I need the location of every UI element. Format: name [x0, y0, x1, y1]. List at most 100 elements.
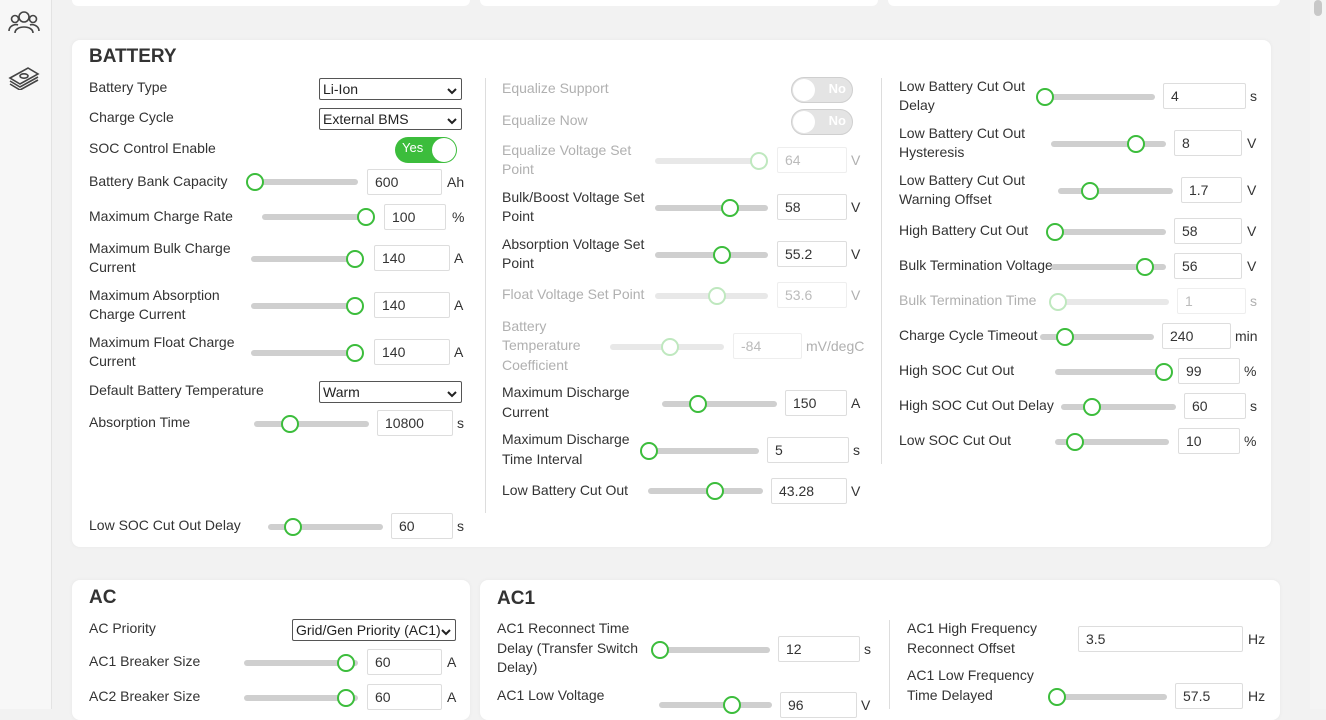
slider-thumb[interactable] — [1046, 223, 1064, 241]
equalize-now-toggle[interactable]: No — [791, 109, 853, 135]
slider-thumb[interactable] — [713, 246, 731, 264]
default-temp-select[interactable]: Warm — [319, 381, 462, 403]
ac1-breaker-slider[interactable] — [244, 653, 358, 673]
bulk-voltage-input[interactable] — [777, 194, 847, 220]
max-float-current-input[interactable] — [374, 339, 450, 365]
slider-thumb[interactable] — [281, 415, 300, 433]
slider-thumb[interactable] — [1135, 258, 1154, 276]
low-soc-slider[interactable] — [1055, 432, 1169, 452]
slider-thumb[interactable] — [346, 250, 364, 268]
temp-coeff-input[interactable] — [733, 333, 802, 359]
high-batt-cutout-input[interactable] — [1174, 218, 1242, 244]
low-soc-input[interactable] — [1178, 428, 1240, 454]
low-voltage-slider[interactable] — [659, 695, 772, 715]
slider-thumb[interactable] — [1056, 328, 1075, 346]
float-voltage-slider[interactable] — [655, 286, 768, 306]
equalize-support-toggle[interactable]: No — [791, 77, 853, 103]
users-icon[interactable] — [7, 7, 41, 37]
slider-thumb[interactable] — [346, 344, 364, 362]
slider-thumb[interactable] — [640, 442, 658, 460]
ac1-breaker-input[interactable] — [367, 649, 442, 675]
slider-thumb[interactable] — [706, 482, 725, 500]
reconnect-time-slider[interactable] — [651, 640, 770, 660]
slider-thumb[interactable] — [336, 654, 355, 672]
soc-control-toggle[interactable]: Yes — [395, 137, 457, 163]
max-absorption-current-slider[interactable] — [251, 296, 364, 316]
absorption-voltage-slider[interactable] — [655, 245, 768, 265]
slider-thumb[interactable] — [1049, 293, 1067, 311]
high-soc-input[interactable] — [1178, 358, 1240, 384]
max-absorption-current-input[interactable] — [374, 292, 450, 318]
charge-timeout-input[interactable] — [1162, 323, 1231, 349]
high-soc-delay-slider[interactable] — [1061, 397, 1176, 417]
absorption-voltage-input[interactable] — [777, 241, 847, 267]
low-soc-delay-input[interactable] — [391, 513, 453, 539]
low-soc-delay-slider[interactable] — [268, 517, 383, 537]
bank-capacity-input[interactable] — [367, 169, 442, 195]
low-voltage-input[interactable] — [780, 692, 857, 718]
temp-coeff-slider[interactable] — [610, 337, 724, 357]
slider-thumb[interactable] — [721, 199, 740, 217]
absorption-time-input[interactable] — [377, 410, 453, 436]
low-batt-hysteresis-input[interactable] — [1174, 130, 1242, 156]
scrollbar[interactable] — [1310, 0, 1326, 709]
slider-thumb[interactable] — [1082, 398, 1101, 416]
low-batt-warning-input[interactable] — [1181, 177, 1242, 203]
low-batt-delay-slider[interactable] — [1036, 87, 1155, 107]
slider-thumb[interactable] — [651, 641, 669, 659]
slider-thumb[interactable] — [707, 287, 726, 305]
equalize-voltage-input[interactable] — [777, 147, 847, 173]
max-charge-rate-slider[interactable] — [262, 207, 375, 227]
money-icon[interactable] — [7, 62, 41, 92]
max-bulk-current-slider[interactable] — [251, 249, 364, 269]
max-discharge-time-input[interactable] — [767, 437, 849, 463]
max-discharge-time-slider[interactable] — [640, 441, 759, 461]
max-charge-rate-input[interactable] — [384, 204, 446, 230]
high-freq-offset-input[interactable] — [1078, 626, 1243, 652]
low-batt-warning-slider[interactable] — [1058, 181, 1173, 201]
max-float-current-slider[interactable] — [251, 343, 364, 363]
bulk-voltage-slider[interactable] — [655, 198, 768, 218]
slider-thumb[interactable] — [1127, 135, 1146, 153]
absorption-time-slider[interactable] — [254, 414, 369, 434]
bulk-term-time-slider[interactable] — [1049, 292, 1169, 312]
slider-thumb[interactable] — [1080, 182, 1099, 200]
scrollbar-thumb[interactable] — [1314, 0, 1322, 16]
ac2-breaker-input[interactable] — [367, 684, 442, 710]
slider-thumb[interactable] — [336, 689, 355, 707]
high-soc-delay-input[interactable] — [1184, 393, 1246, 419]
slider-thumb[interactable] — [284, 518, 303, 536]
slider-thumb[interactable] — [1036, 88, 1054, 106]
equalize-voltage-slider[interactable] — [655, 151, 768, 171]
slider-thumb[interactable] — [1065, 433, 1084, 451]
charge-timeout-slider[interactable] — [1040, 327, 1154, 347]
low-freq-delay-input[interactable] — [1175, 683, 1243, 709]
charge-cycle-select[interactable]: External BMS — [319, 108, 462, 130]
reconnect-time-input[interactable] — [778, 636, 860, 662]
bulk-term-time-input[interactable] — [1177, 288, 1246, 314]
slider-thumb[interactable] — [1154, 363, 1173, 381]
slider-thumb[interactable] — [346, 297, 364, 315]
max-bulk-current-input[interactable] — [374, 245, 450, 271]
float-voltage-input[interactable] — [777, 282, 847, 308]
low-batt-delay-input[interactable] — [1163, 83, 1246, 109]
ac-priority-select[interactable]: Grid/Gen Priority (AC1) — [292, 619, 456, 641]
high-soc-slider[interactable] — [1055, 362, 1173, 382]
low-batt-cutout-slider[interactable] — [648, 481, 763, 501]
low-batt-hysteresis-slider[interactable] — [1051, 134, 1166, 154]
bank-capacity-slider[interactable] — [246, 172, 358, 192]
slider-thumb[interactable] — [246, 173, 265, 191]
slider-thumb[interactable] — [661, 338, 680, 356]
low-batt-cutout-input[interactable] — [771, 478, 847, 504]
slider-thumb[interactable] — [357, 208, 375, 226]
max-discharge-current-slider[interactable] — [662, 394, 777, 414]
high-batt-cutout-slider[interactable] — [1046, 222, 1166, 242]
low-freq-delay-slider[interactable] — [1048, 687, 1167, 707]
ac2-breaker-slider[interactable] — [244, 688, 358, 708]
bulk-term-voltage-slider[interactable] — [1051, 257, 1166, 277]
battery-type-select[interactable]: Li-Ion — [319, 78, 462, 100]
bulk-term-voltage-input[interactable] — [1174, 253, 1242, 279]
slider-thumb[interactable] — [1048, 688, 1066, 706]
max-discharge-current-input[interactable] — [785, 390, 847, 416]
slider-thumb[interactable] — [723, 696, 742, 714]
